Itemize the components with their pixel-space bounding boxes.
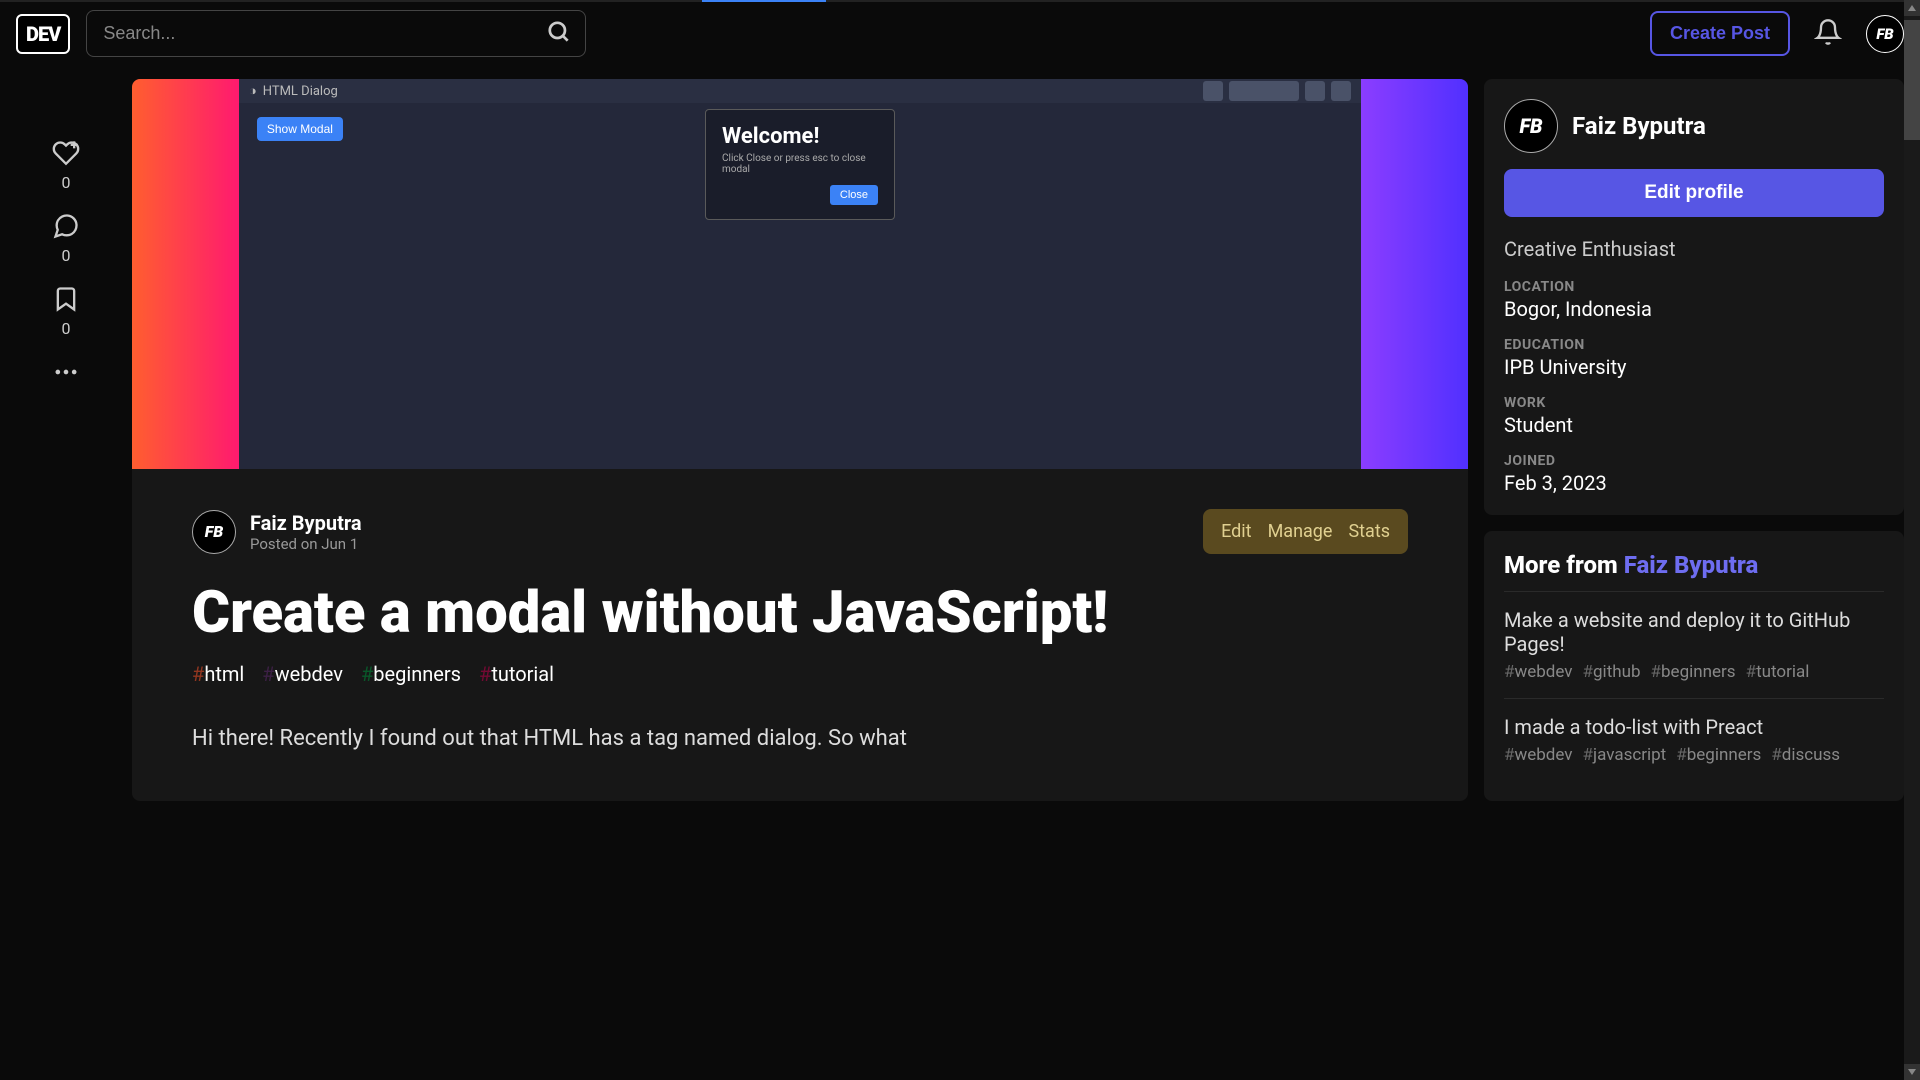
search-wrapper: [86, 10, 586, 57]
bookmark-button[interactable]: 0: [52, 285, 80, 338]
article-title: Create a modal without JavaScript!: [192, 582, 1408, 646]
author-name[interactable]: Faiz Byputra: [250, 511, 362, 535]
cover-tool-button: [1305, 81, 1325, 101]
profile-bio: Creative Enthusiast: [1504, 237, 1884, 261]
more-from-card: More from Faiz Byputra Make a website an…: [1484, 531, 1904, 801]
right-sidebar: FB Faiz Byputra Edit profile Creative En…: [1484, 79, 1904, 801]
cover-header-text: HTML Dialog: [263, 84, 338, 99]
progress-bar: [0, 0, 1920, 2]
more-from-heading: More from Faiz Byputra: [1504, 551, 1884, 591]
dev-logo[interactable]: DEV: [16, 14, 70, 54]
article-main: ◑ HTML Dialog Show Modal Welcome! Click …: [132, 79, 1468, 801]
tag-beginners[interactable]: #beginners: [361, 662, 461, 686]
demo-dialog-title: Welcome!: [722, 124, 878, 149]
education-value: IPB University: [1504, 355, 1884, 379]
create-post-button[interactable]: Create Post: [1650, 11, 1790, 56]
cover-tool-button: [1229, 81, 1299, 101]
stats-button[interactable]: Stats: [1348, 521, 1390, 542]
comment-count: 0: [62, 246, 71, 265]
demo-show-modal-button: Show Modal: [257, 117, 343, 141]
more-item[interactable]: I made a todo-list with Preact #webdev#ja…: [1504, 698, 1884, 781]
profile-avatar[interactable]: FB: [1504, 99, 1558, 153]
location-label: LOCATION: [1504, 279, 1884, 295]
site-header: DEV Create Post FB: [0, 0, 1920, 67]
profile-name[interactable]: Faiz Byputra: [1572, 112, 1706, 140]
profile-card: FB Faiz Byputra Edit profile Creative En…: [1484, 79, 1904, 515]
search-input[interactable]: [86, 10, 586, 57]
comment-button[interactable]: 0: [52, 212, 80, 265]
education-label: EDUCATION: [1504, 337, 1884, 353]
more-item-title: Make a website and deploy it to GitHub P…: [1504, 608, 1884, 656]
notifications-button[interactable]: [1806, 10, 1850, 57]
article-body-text: Hi there! Recently I found out that HTML…: [192, 722, 1408, 755]
bookmark-count: 0: [62, 319, 71, 338]
more-item-title: I made a todo-list with Preact: [1504, 715, 1884, 739]
scrollbar[interactable]: [1904, 0, 1920, 1080]
like-count: 0: [62, 173, 71, 192]
cover-logo-icon: ◑: [249, 83, 257, 99]
demo-dialog-text: Click Close or press esc to close modal: [722, 153, 878, 175]
more-options-button[interactable]: [52, 358, 80, 386]
scrollbar-down-arrow[interactable]: [1904, 1064, 1920, 1080]
demo-dialog: Welcome! Click Close or press esc to clo…: [705, 109, 895, 220]
demo-dialog-close-button: Close: [830, 185, 878, 205]
edit-profile-button[interactable]: Edit profile: [1504, 169, 1884, 217]
author-avatar[interactable]: FB: [192, 510, 236, 554]
tags-row: #html #webdev #beginners #tutorial: [192, 662, 1408, 686]
joined-value: Feb 3, 2023: [1504, 471, 1884, 495]
user-avatar[interactable]: FB: [1866, 15, 1904, 53]
cover-image: ◑ HTML Dialog Show Modal Welcome! Click …: [132, 79, 1468, 469]
cover-tool-button: [1203, 81, 1223, 101]
work-value: Student: [1504, 413, 1884, 437]
post-date: Posted on Jun 1: [250, 535, 362, 553]
more-item-tags: #webdev#github#beginners#tutorial: [1504, 662, 1884, 682]
scrollbar-up-arrow[interactable]: [1904, 0, 1920, 16]
cover-tool-button: [1331, 81, 1351, 101]
like-button[interactable]: 0: [52, 139, 80, 192]
joined-label: JOINED: [1504, 453, 1884, 469]
tag-tutorial[interactable]: #tutorial: [479, 662, 554, 686]
author-actions: Edit Manage Stats: [1203, 509, 1408, 554]
edit-button[interactable]: Edit: [1221, 521, 1251, 542]
work-label: WORK: [1504, 395, 1884, 411]
scrollbar-thumb[interactable]: [1904, 20, 1920, 140]
manage-button[interactable]: Manage: [1268, 521, 1333, 542]
tag-html[interactable]: #html: [192, 662, 244, 686]
more-from-author-link[interactable]: Faiz Byputra: [1624, 551, 1759, 579]
location-value: Bogor, Indonesia: [1504, 297, 1884, 321]
reactions-sidebar: 0 0 0: [16, 79, 116, 801]
search-icon[interactable]: [546, 19, 572, 49]
more-item-tags: #webdev#javascript#beginners#discuss: [1504, 745, 1884, 765]
tag-webdev[interactable]: #webdev: [262, 662, 343, 686]
more-item[interactable]: Make a website and deploy it to GitHub P…: [1504, 591, 1884, 698]
